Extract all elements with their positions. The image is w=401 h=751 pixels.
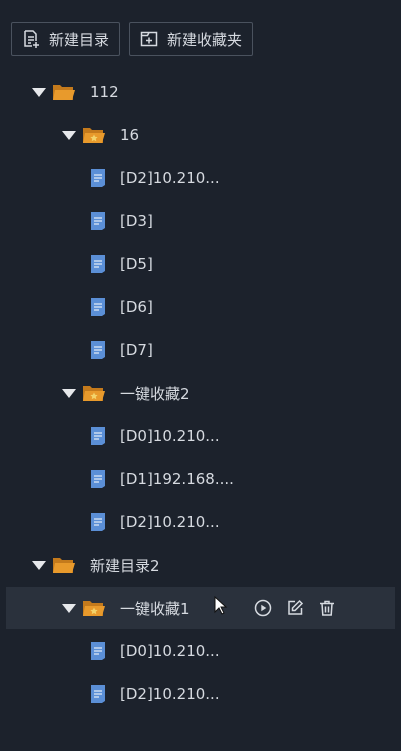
mouse-cursor-icon [214,595,228,620]
tree-item-label: [D1]192.168.... [120,470,234,488]
document-icon [90,512,106,532]
tree-item-file[interactable]: [D6] [6,286,395,328]
tree-item-label: [D5] [120,255,153,273]
favorites-folder-icon [82,383,106,403]
tree-item-label: [D6] [120,298,153,316]
document-icon [90,641,106,661]
toolbar: 新建目录 新建收藏夹 [11,22,254,58]
tree-item-label: [D2]10.210... [120,685,220,703]
tree-item-file[interactable]: [D3] [6,200,395,242]
expand-arrow-icon[interactable] [32,87,46,97]
tree-item-label: 112 [90,83,119,101]
document-icon [90,168,106,188]
tree-item-file[interactable]: [D5] [6,243,395,285]
tree-item-folder[interactable]: 112 [6,71,395,113]
folder-icon [52,555,76,575]
tree-item-label: [D0]10.210... [120,642,220,660]
new-directory-icon [24,30,39,48]
tree-item-label: 16 [120,126,140,144]
document-icon [90,426,106,446]
favorites-folder-icon [82,598,106,618]
play-icon[interactable] [254,599,272,617]
new-favorites-icon [140,31,158,47]
expand-arrow-icon[interactable] [62,388,76,398]
tree-item-label: [D2]10.210... [120,513,220,531]
expand-arrow-icon[interactable] [62,130,76,140]
new-directory-button[interactable]: 新建目录 [11,22,121,56]
tree-item-folder[interactable]: 一键收藏1 [6,587,395,629]
tree-item-file[interactable]: [D2]10.210... [6,501,395,543]
tree-item-label: [D0]10.210... [120,427,220,445]
tree-item-file[interactable]: [D0]10.210... [6,415,395,457]
favorites-folder-icon [82,125,106,145]
tree-item-label: 一键收藏1 [120,599,190,618]
document-icon [90,254,106,274]
tree-item-file[interactable]: [D0]10.210... [6,630,395,672]
tree-item-file[interactable]: [D2]10.210... [6,673,395,715]
tree-item-folder[interactable]: 一键收藏2 [6,372,395,414]
new-favorites-label: 新建收藏夹 [167,30,243,49]
tree-item-folder[interactable]: 新建目录2 [6,544,395,586]
tree-item-label: 一键收藏2 [120,384,190,403]
tree-item-label: 新建目录2 [90,556,160,575]
tree-item-label: [D3] [120,212,153,230]
row-actions [214,595,336,620]
delete-icon[interactable] [318,599,336,617]
document-icon [90,340,106,360]
document-icon [90,684,106,704]
tree-item-label: [D7] [120,341,153,359]
expand-arrow-icon[interactable] [62,603,76,613]
tree-item-label: [D2]10.210... [120,169,220,187]
tree-item-file[interactable]: [D1]192.168.... [6,458,395,500]
expand-arrow-icon[interactable] [32,560,46,570]
tree-item-file[interactable]: [D2]10.210... [6,157,395,199]
document-icon [90,211,106,231]
document-icon [90,297,106,317]
folder-icon [52,82,76,102]
tree-item-folder[interactable]: 16 [6,114,395,156]
tree-item-file[interactable]: [D7] [6,329,395,371]
document-icon [90,469,106,489]
new-favorites-button[interactable]: 新建收藏夹 [129,22,254,56]
edit-icon[interactable] [286,599,304,617]
new-directory-label: 新建目录 [49,30,110,49]
